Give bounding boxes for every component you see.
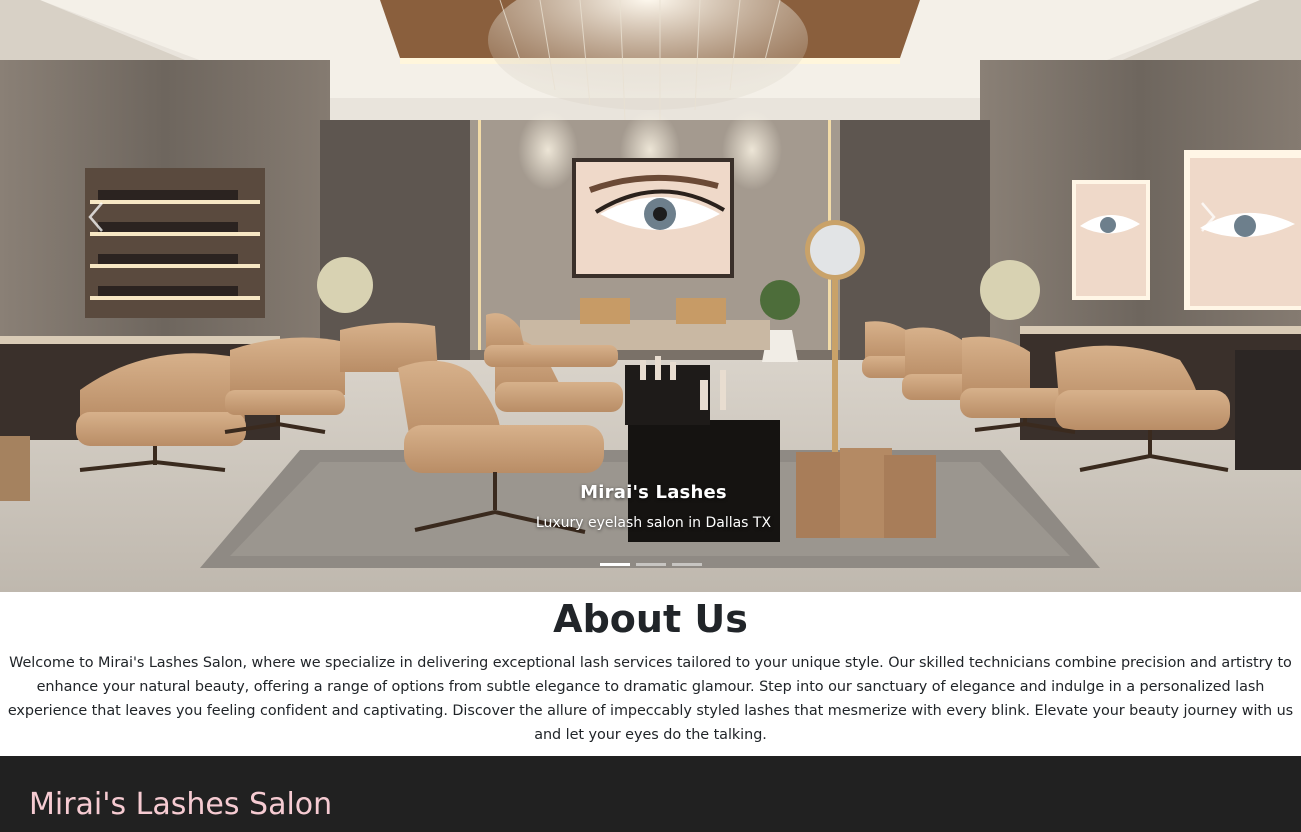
page: Mirai's Lashes Luxury eyelash salon in D… — [0, 0, 1301, 832]
about-heading: About Us — [553, 597, 748, 641]
carousel-caption-subtitle: Luxury eyelash salon in Dallas TX — [535, 515, 772, 531]
footer-brand-link[interactable]: Mirai's Lashes Salon — [29, 786, 332, 824]
carousel-prev-button[interactable] — [76, 195, 116, 239]
about-section: About Us Welcome to Mirai's Lashes Salon… — [0, 592, 1301, 756]
carousel-indicator-3[interactable] — [671, 563, 702, 566]
chevron-right-icon — [1201, 202, 1216, 232]
carousel-indicator-1[interactable] — [599, 563, 630, 566]
about-text: Welcome to Mirai's Lashes Salon, where w… — [7, 655, 1294, 743]
carousel-next-button[interactable] — [1188, 195, 1228, 239]
chevron-left-icon — [88, 202, 103, 232]
footer: Mirai's Lashes Salon — [0, 756, 1301, 832]
hero-carousel: Mirai's Lashes Luxury eyelash salon in D… — [0, 0, 1301, 592]
carousel-indicators — [0, 563, 1301, 566]
carousel-caption-title: Mirai's Lashes — [580, 482, 727, 503]
carousel-indicator-2[interactable] — [635, 563, 666, 566]
salon-interior-image — [0, 0, 1301, 592]
